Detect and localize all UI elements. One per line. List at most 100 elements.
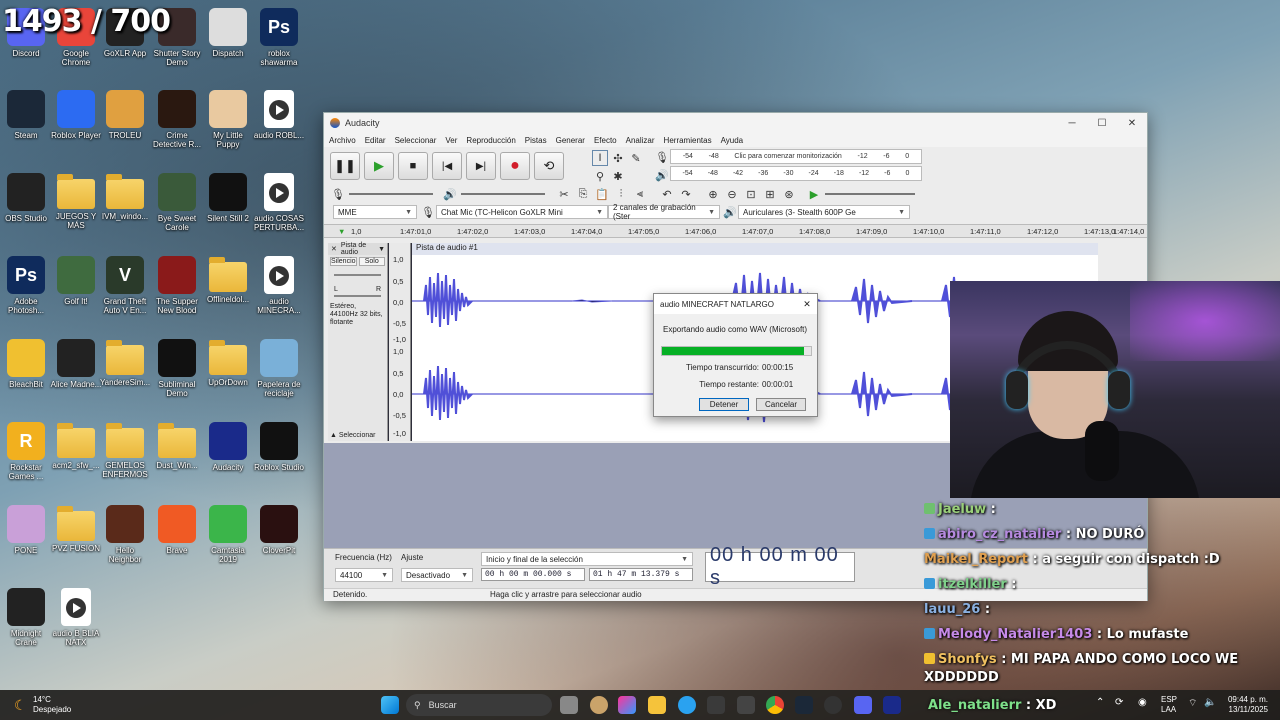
clock-time[interactable]: 09:44 p. m. [1228,695,1268,704]
play-speed-slider[interactable] [825,193,915,195]
selection-end-time[interactable]: 01 h 47 m 13.379 s [589,568,693,581]
language-layout[interactable]: LAA [1161,705,1176,714]
volume-icon[interactable]: 🔈 [1204,697,1216,708]
stop-button[interactable]: ■ [398,152,428,180]
track-select-button[interactable]: ▲ Seleccionar [330,432,375,439]
pause-button[interactable]: ❚❚ [330,152,360,180]
desktop-icon[interactable]: Dispatch [202,8,254,58]
record-button[interactable]: ● [500,152,530,180]
audacity-taskbar-icon[interactable] [883,696,901,714]
gain-slider[interactable] [334,274,381,276]
paste-icon[interactable]: 📋 [594,186,610,202]
menu-reproduccion[interactable]: Reproducción [466,136,515,145]
solo-button[interactable]: Solo [358,257,385,266]
timeline-ruler[interactable]: ▼ 1,0 1:47:01,0 1:47:02,0 1:47:03,0 1:47… [324,224,1147,238]
project-rate-select[interactable]: 44100 ▼ [335,568,393,582]
desktop-icon[interactable]: Ps roblox shawarma [253,8,305,67]
widget-icon[interactable] [590,696,608,714]
wifi-icon[interactable]: ⌔ [1188,697,1197,710]
selection-mode-select[interactable]: Inicio y final de la selección ▼ [481,552,693,566]
zoom-tool-icon[interactable]: ⚲ [592,168,608,184]
close-icon[interactable]: ✕ [797,299,817,310]
cancel-export-button[interactable]: Cancelar [756,398,806,411]
silence-icon[interactable]: ⫷ [632,186,648,202]
desktop-icon[interactable]: Ps Adobe Photosh... [0,256,52,315]
track-name[interactable]: Pista de audio [341,242,378,256]
discord-icon[interactable] [854,696,872,714]
audio-position-display[interactable]: 00 h 00 m 00 s [705,544,855,589]
menu-pistas[interactable]: Pistas [525,136,547,145]
menu-seleccionar[interactable]: Seleccionar [395,136,437,145]
desktop-icon[interactable]: Offlineldol... [202,256,254,304]
file-explorer-icon[interactable] [648,696,666,714]
desktop-icon[interactable]: audio B BLIA NATX [50,588,102,647]
desktop-icon[interactable]: Subliminal Demo [151,339,203,398]
channels-select[interactable]: 2 canales de grabación (Ster ▼ [608,203,720,221]
minimize-icon[interactable]: ─ [1057,118,1087,129]
desktop-icon[interactable]: Alice Madne... [50,339,102,389]
clock-date[interactable]: 13/11/2025 [1229,705,1268,714]
copilot-icon[interactable] [618,696,636,714]
zoom-out-icon[interactable]: ⊖ [724,186,740,202]
skip-end-button[interactable]: ▶| [466,152,496,180]
copy-icon[interactable]: ⎘ [575,186,591,202]
store-icon[interactable] [707,696,725,714]
desktop-icon[interactable]: Midnight Crane [0,588,52,647]
track-menu-icon[interactable]: ▼ [378,246,385,253]
desktop-icon[interactable]: Dust_Win... [151,422,203,470]
steam-icon[interactable] [795,696,813,714]
play-at-speed-icon[interactable]: ▶ [806,186,822,202]
track-close-icon[interactable]: ✕ [331,245,337,253]
play-volume-slider[interactable] [461,193,545,195]
desktop-icon[interactable]: Papelera de reciclaje [253,339,305,398]
menu-ver[interactable]: Ver [445,136,457,145]
desktop-icon[interactable]: CloverPit [253,505,305,555]
playback-meter[interactable]: -54 -48 -42 -36 -30 -24 -18 -12 -6 0 [670,166,922,181]
play-button[interactable]: ▶ [364,152,394,180]
snap-select[interactable]: Desactivado ▼ [401,568,473,582]
start-windows-icon[interactable] [381,696,399,714]
desktop-icon[interactable]: PVZ FUSION [50,505,102,553]
redo-icon[interactable]: ↷ [678,186,694,202]
moon-weather-icon[interactable]: ☾ [14,697,27,714]
desktop-icon[interactable]: PONE [0,505,52,555]
desktop-icon[interactable]: My Little Puppy [202,90,254,149]
desktop-icon[interactable]: GEMELOS ENFERMOS [99,422,151,479]
weather-temp[interactable]: 14°C [33,695,51,704]
skip-start-button[interactable]: |◀ [432,152,462,180]
desktop-icon[interactable]: TROLEU [99,90,151,140]
desktop-icon[interactable]: The Supper New Blood [151,256,203,315]
multi-tool-icon[interactable]: ✱ [610,168,626,184]
desktop-icon[interactable]: Audacity [202,422,254,472]
mic-icon[interactable]: 🎙 [654,149,670,165]
stop-export-button[interactable]: Detener [699,398,749,411]
search-box[interactable]: ⚲ Buscar [406,694,552,716]
menu-analizar[interactable]: Analizar [626,136,655,145]
desktop-icon[interactable]: Roblox Studio [253,422,305,472]
audio-host-select[interactable]: MME ▼ [333,205,417,219]
desktop-icon[interactable]: UpOrDown [202,339,254,387]
export-progress-dialog[interactable]: audio MINECRAFT NATLARGO ✕ Exportando au… [653,293,818,417]
desktop-icon[interactable]: Golf It! [50,256,102,306]
pan-slider[interactable] [334,295,381,297]
desktop-icon[interactable]: Camtasia 2019 [202,505,254,564]
desktop-icon[interactable]: Bye Sweet Carole [151,173,203,232]
title-bar[interactable]: Audacity ─ ☐ ✕ [324,113,1147,133]
recording-device-select[interactable]: Chat Mic (TC-Helicon GoXLR Mini ▼ [436,205,608,219]
selection-start-time[interactable]: 00 h 00 m 00.000 s [481,568,585,581]
speaker-icon[interactable]: 🔊 [654,167,670,183]
weather-desc[interactable]: Despejado [33,705,71,714]
fit-project-icon[interactable]: ⊞ [762,186,778,202]
maximize-icon[interactable]: ☐ [1087,118,1117,129]
language-indicator[interactable]: ESP [1161,695,1177,704]
desktop-icon[interactable]: Silent Still 2 [202,173,254,223]
edge-icon[interactable] [678,696,696,714]
desktop-icon[interactable]: Brave [151,505,203,555]
desktop-icon[interactable]: Roblox Player [50,90,102,140]
menu-editar[interactable]: Editar [365,136,386,145]
mute-button[interactable]: Silencio [330,257,357,266]
desktop-icon[interactable]: YandereSim... [99,339,151,387]
obs-icon[interactable] [824,696,842,714]
zoom-toggle-icon[interactable]: ⊛ [781,186,797,202]
cut-icon[interactable]: ✂ [556,186,572,202]
